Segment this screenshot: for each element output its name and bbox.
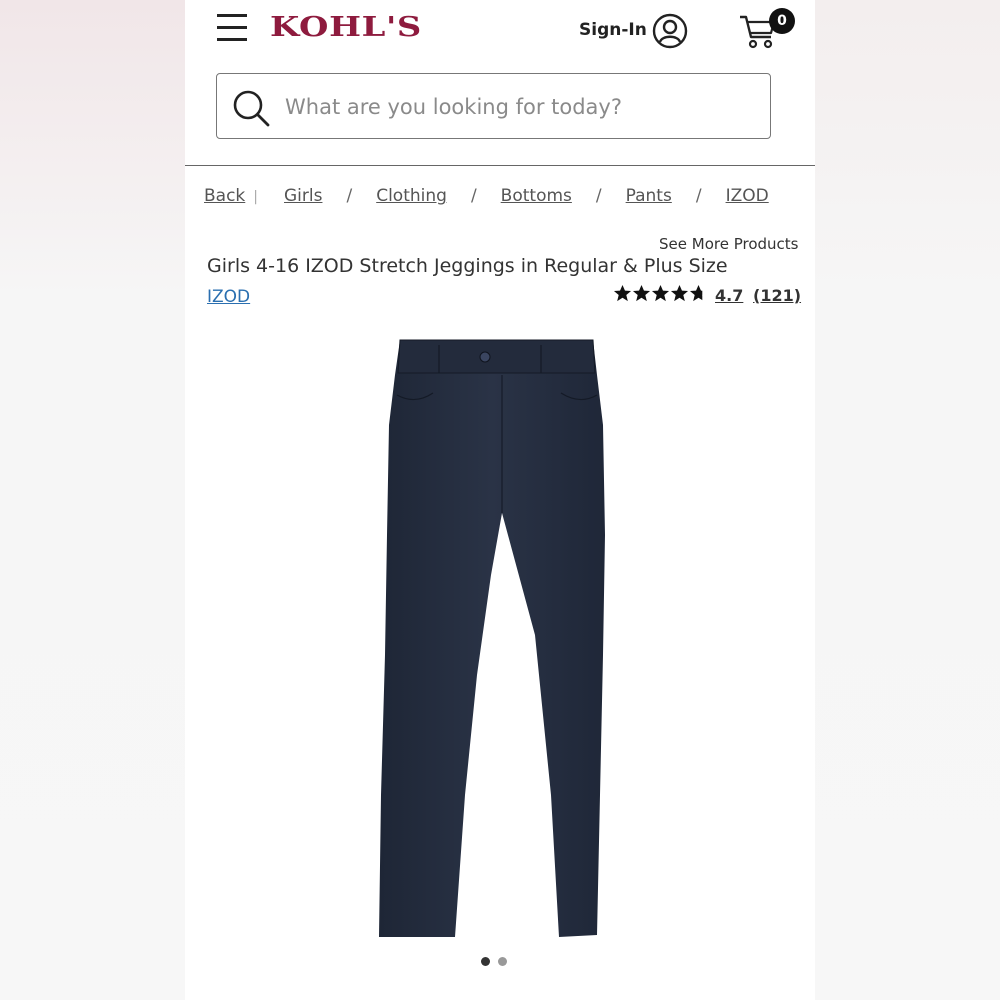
breadcrumb-separator: / [695,186,702,206]
search-input[interactable] [283,88,757,126]
rating-value[interactable]: 4.7 [715,286,743,305]
sign-in-link[interactable]: Sign-In [579,20,647,40]
breadcrumb-separator: / [595,186,602,206]
star-full-icon [670,284,689,302]
brand-link[interactable]: IZOD [207,287,250,307]
carousel-dot-2[interactable] [498,957,507,966]
breadcrumb-item-pants[interactable]: Pants [626,186,672,206]
star-full-icon [632,284,651,302]
kohls-logo[interactable]: KOHL'S [270,12,422,43]
navy-jeggings-image [379,339,605,937]
star-full-icon [651,284,670,302]
review-count[interactable]: (121) [753,286,801,305]
user-account-icon[interactable] [652,13,688,49]
search-icon[interactable] [231,88,271,128]
background-left [0,0,185,1000]
breadcrumb-separator: / [346,186,353,206]
breadcrumb-item-izod[interactable]: IZOD [726,186,769,206]
cart-count-badge: 0 [769,8,795,34]
breadcrumb-item-girls[interactable]: Girls [284,186,322,206]
carousel-dots [481,957,507,966]
star-full-icon [613,284,632,302]
star-partial-icon [689,284,703,302]
background-right [815,0,1000,1000]
site-header: KOHL'S Sign-In 0 [185,0,815,166]
breadcrumb-divider: | [253,189,258,205]
breadcrumb-item-clothing[interactable]: Clothing [376,186,447,206]
carousel-dot-1[interactable] [481,957,490,966]
breadcrumb-item-bottoms[interactable]: Bottoms [501,186,572,206]
back-link[interactable]: Back [204,186,245,206]
product-title: Girls 4-16 IZOD Stretch Jeggings in Regu… [207,255,728,277]
mobile-page: KOHL'S Sign-In 0 Back | Girls / Clothing / Bot… [185,0,815,1000]
star-rating[interactable] [613,284,708,308]
breadcrumb: Back | Girls / Clothing / Bottoms / Pants / IZOD [204,186,769,206]
breadcrumb-separator: / [470,186,477,206]
search-bar[interactable] [216,73,771,139]
see-more-products-link[interactable]: See More Products [659,235,798,253]
hamburger-menu-icon[interactable] [217,14,247,46]
